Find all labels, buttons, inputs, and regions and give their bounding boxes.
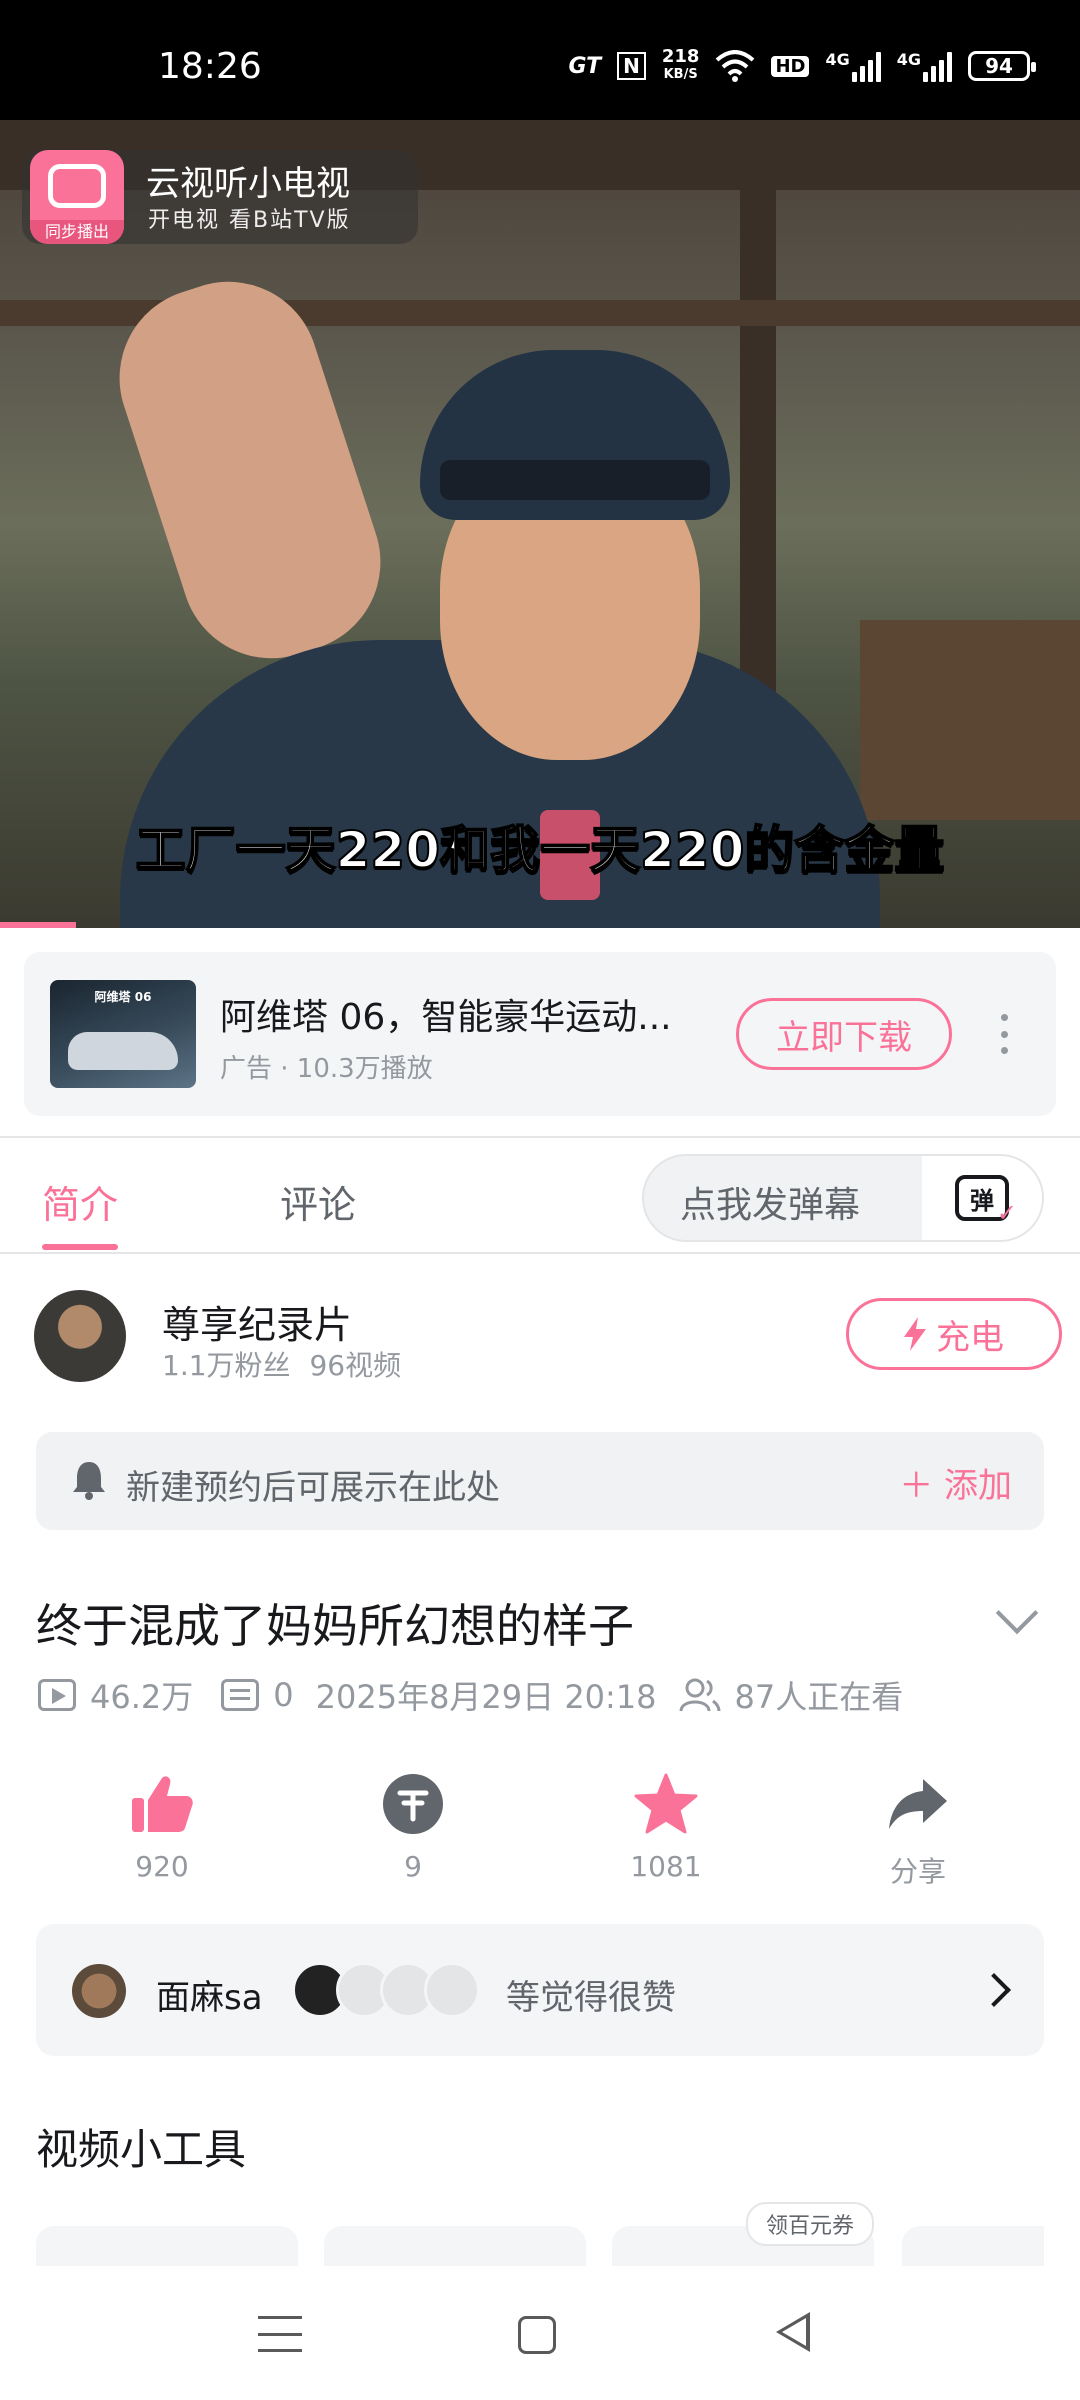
signal-icon-1: 4G <box>825 50 881 82</box>
video-meta: 46.2万 0 2025年8月29日 20:18 87人正在看 <box>38 1672 903 1718</box>
sync-badge: 同步播出 <box>30 220 124 244</box>
tv-logo-icon: 同步播出 <box>30 150 124 244</box>
reservation-text: 新建预约后可展示在此处 <box>126 1468 500 1508</box>
battery-icon: 94 <box>968 51 1036 81</box>
videos-count: 96视频 <box>309 1349 402 1382</box>
status-time: 18:26 <box>158 46 262 87</box>
watching-icon <box>679 1678 721 1712</box>
tool-card[interactable] <box>324 2226 586 2266</box>
video-title: 终于混成了妈妈所幻想的样子 <box>36 1599 634 1653</box>
avatar[interactable] <box>34 1290 126 1382</box>
home-icon[interactable] <box>518 2316 556 2354</box>
nfc-icon: N <box>617 52 646 80</box>
star-icon <box>632 1770 700 1838</box>
coin-icon <box>379 1770 447 1838</box>
uploader-row: 尊享纪录片 1.1万粉丝 96视频 充电 <box>0 1270 1080 1410</box>
like-button[interactable]: 920 <box>82 1770 242 1883</box>
back-icon[interactable] <box>776 2312 810 2352</box>
net-speed-value: 218 <box>661 46 700 67</box>
share-icon <box>884 1770 952 1838</box>
tools-list <box>36 2226 1044 2266</box>
system-nav-bar <box>0 2266 1080 2400</box>
watching-count: 87人正在看 <box>734 1678 904 1716</box>
tool-card[interactable] <box>36 2226 298 2266</box>
play-count: 46.2万 <box>90 1678 194 1716</box>
favorite-count: 1081 <box>630 1850 702 1883</box>
menu-icon[interactable] <box>258 2312 302 2356</box>
video-subtitle: 工厂一天220和我一天220的含金量 <box>135 820 946 880</box>
net-speed: 218 KB/S <box>662 48 700 84</box>
video-progress-bar[interactable] <box>0 922 76 928</box>
danmaku-placeholder: 点我发弹幕 <box>680 1185 861 1226</box>
ad-title[interactable]: 阿维塔 06，智能豪华运动... <box>220 988 672 1040</box>
favorite-button[interactable]: 1081 <box>586 1770 746 1883</box>
danmaku-icon-text: 弹 <box>970 1186 994 1215</box>
more-icon[interactable] <box>996 1014 1012 1054</box>
charge-button[interactable]: 充电 <box>846 1298 1062 1370</box>
fans-count: 1.1万粉丝 <box>162 1349 291 1382</box>
share-label: 分享 <box>889 1855 946 1888</box>
add-label: 添加 <box>944 1466 1012 1506</box>
tab-indicator <box>42 1244 118 1250</box>
liker-name: 面麻sa <box>156 1978 263 2018</box>
danmaku-count-icon <box>221 1679 260 1711</box>
ad-card[interactable]: 阿维塔 06 阿维塔 06，智能豪华运动... 广告 · 10.3万播放 立即下… <box>24 952 1056 1116</box>
coupon-badge[interactable]: 领百元券 <box>746 2202 875 2246</box>
tv-promo-tagline: 开电视 看B站TV版 <box>148 208 351 233</box>
wifi-icon <box>716 50 755 82</box>
danmaku-toggle-button[interactable]: 弹 <box>922 1156 1042 1240</box>
coin-count: 9 <box>404 1850 422 1883</box>
net-speed-unit: KB/S <box>663 67 698 82</box>
tools-section-title: 视频小工具 <box>36 2125 247 2174</box>
liked-by-row[interactable]: 面麻sa 等觉得很赞 <box>36 1924 1044 2056</box>
tool-card[interactable] <box>902 2226 1044 2266</box>
signal-icon-2: 4G <box>897 50 952 82</box>
hd-icon: HD <box>771 55 810 77</box>
tab-bar: 简介 评论 点我发弹幕 弹 <box>0 1136 1080 1254</box>
coin-button[interactable]: 9 <box>333 1770 493 1883</box>
bell-icon <box>73 1462 105 1500</box>
ad-meta: 广告 · 10.3万播放 <box>220 1054 433 1084</box>
liked-by-text: 等觉得很赞 <box>506 1978 676 2018</box>
share-button[interactable]: 分享 <box>838 1770 998 1890</box>
lightning-icon <box>904 1317 926 1351</box>
reservation-banner: 新建预约后可展示在此处 ＋ 添加 <box>36 1432 1044 1530</box>
action-bar: 920 9 1081 分享 <box>0 1770 1080 1900</box>
tv-promo-title: 云视听小电视 <box>146 164 350 204</box>
status-bar: 18:26 GT N 218 KB/S HD 4G 4G 94 <box>0 0 1080 120</box>
play-count-icon <box>38 1679 76 1711</box>
download-button[interactable]: 立即下载 <box>736 998 952 1070</box>
ad-thumb-caption: 阿维塔 06 <box>94 990 152 1004</box>
danmaku-input[interactable]: 点我发弹幕 弹 <box>642 1154 1044 1242</box>
tab-comments[interactable]: 评论 <box>280 1174 356 1229</box>
publish-date: 2025年8月29日 20:18 <box>315 1678 657 1716</box>
status-icons: GT N 218 KB/S HD 4G 4G 94 <box>568 46 1036 86</box>
gt-icon: GT <box>568 53 602 79</box>
liker-avatar-stack <box>292 1962 480 2020</box>
danmaku-count: 0 <box>273 1676 294 1714</box>
uploader-name[interactable]: 尊享纪录片 <box>162 1294 352 1349</box>
tab-intro[interactable]: 简介 <box>42 1174 118 1229</box>
battery-level: 94 <box>985 54 1013 78</box>
add-reservation-button[interactable]: ＋ 添加 <box>899 1458 1012 1507</box>
like-icon <box>128 1770 196 1838</box>
ad-thumbnail[interactable]: 阿维塔 06 <box>50 980 196 1088</box>
danmaku-icon: 弹 <box>955 1175 1017 1227</box>
chevron-down-icon[interactable] <box>995 1591 1039 1635</box>
net-label-1: 4G <box>825 50 850 69</box>
liker-avatar <box>72 1964 126 2018</box>
chevron-right-icon <box>977 1973 1011 2007</box>
net-label-2: 4G <box>896 50 921 69</box>
like-count: 920 <box>135 1850 189 1883</box>
uploader-stats: 1.1万粉丝 96视频 <box>162 1344 401 1384</box>
charge-label: 充电 <box>936 1317 1004 1358</box>
tv-promo-overlay[interactable]: 同步播出 云视听小电视 开电视 看B站TV版 <box>22 150 418 244</box>
